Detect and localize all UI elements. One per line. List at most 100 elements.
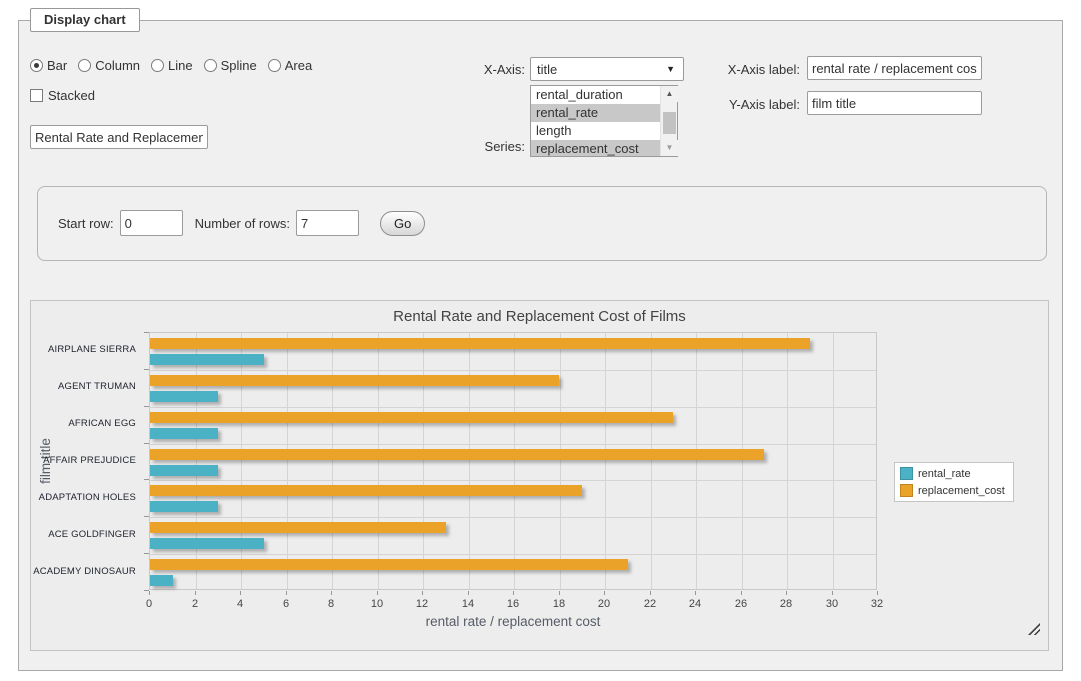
x-axis-tick	[240, 591, 241, 595]
radio-column[interactable]: Column	[78, 58, 140, 73]
stacked-checkbox-row: Stacked	[30, 88, 95, 103]
radio-spline-control[interactable]	[204, 59, 217, 72]
num-rows-label: Number of rows:	[195, 216, 290, 231]
x-axis-tick-label: 16	[498, 598, 528, 610]
series-option-rental-duration[interactable]: rental_duration	[531, 86, 660, 104]
series-option-length[interactable]: length	[531, 122, 660, 140]
y-axis-tick	[144, 369, 149, 370]
stacked-checkbox[interactable]	[30, 89, 43, 102]
x-axis-tick-label: 2	[180, 598, 210, 610]
series-options: rental_duration rental_rate length repla…	[531, 86, 660, 156]
x-axis-tick	[331, 591, 332, 595]
x-axis-tick-label: 26	[726, 598, 756, 610]
legend-swatch-replacement_cost	[900, 484, 913, 497]
radio-line-label: Line	[168, 58, 193, 73]
y-axis-label-caption: Y-Axis label:	[697, 97, 800, 112]
x-axis-tick	[650, 591, 651, 595]
x-axis-tick-label: 30	[817, 598, 847, 610]
radio-line-control[interactable]	[151, 59, 164, 72]
x-axis-tick	[832, 591, 833, 595]
chart-panel: Rental Rate and Replacement Cost of Film…	[30, 300, 1049, 651]
x-axis-tick-label: 0	[134, 598, 164, 610]
radio-bar[interactable]: Bar	[30, 58, 67, 73]
x-axis-tick-label: 4	[225, 598, 255, 610]
scrollbar-up-icon[interactable]: ▲	[661, 86, 678, 102]
y-axis-tick	[144, 479, 149, 480]
y-axis-tick	[144, 443, 149, 444]
x-axis-tick	[877, 591, 878, 595]
x-axis-label-input[interactable]	[807, 56, 982, 80]
x-axis-tick	[786, 591, 787, 595]
radio-area-label: Area	[285, 58, 312, 73]
category-label: ACADEMY DINOSAUR	[33, 566, 143, 578]
x-axis-tick	[559, 591, 560, 595]
x-axis-tick-label: 18	[544, 598, 574, 610]
x-axis-tick-label: 20	[589, 598, 619, 610]
y-axis-tick	[144, 332, 149, 333]
radio-spline[interactable]: Spline	[204, 58, 257, 73]
num-rows-input[interactable]	[296, 210, 359, 236]
y-axis-label-input[interactable]	[807, 91, 982, 115]
x-axis-tick-label: 8	[316, 598, 346, 610]
radio-bar-label: Bar	[47, 58, 67, 73]
radio-area[interactable]: Area	[268, 58, 312, 73]
x-axis-selected-value: title	[537, 62, 557, 77]
x-axis-select-label: X-Axis:	[420, 62, 525, 77]
y-axis-tick	[144, 553, 149, 554]
radio-column-control[interactable]	[78, 59, 91, 72]
go-button[interactable]: Go	[380, 211, 425, 236]
x-axis-select[interactable]: title ▼	[530, 57, 684, 81]
scrollbar-thumb[interactable]	[663, 112, 676, 134]
radio-column-label: Column	[95, 58, 140, 73]
y-axis-tick	[144, 406, 149, 407]
radio-spline-label: Spline	[221, 58, 257, 73]
row-controls-panel: Start row: Number of rows: Go	[37, 186, 1047, 261]
row-controls: Start row: Number of rows: Go	[58, 210, 425, 236]
x-axis-tick-label: 22	[635, 598, 665, 610]
legend-label: rental_rate	[918, 468, 971, 480]
x-axis-label-caption: X-Axis label:	[697, 62, 800, 77]
category-label: ACE GOLDFINGER	[33, 529, 143, 541]
x-axis-tick	[604, 591, 605, 595]
legend-label: replacement_cost	[918, 485, 1005, 497]
chart-type-radio-group: Bar Column Line Spline Area	[30, 58, 312, 73]
chart-legend: rental_rate replacement_cost	[894, 462, 1014, 502]
category-label: AIRPLANE SIERRA	[33, 344, 143, 356]
y-axis-tick	[144, 516, 149, 517]
x-axis-tick-label: 32	[862, 598, 892, 610]
series-option-replacement-cost[interactable]: replacement_cost	[531, 140, 660, 156]
x-axis-tick	[286, 591, 287, 595]
category-label: AFRICAN EGG	[33, 418, 143, 430]
chart-x-axis-title: rental rate / replacement cost	[149, 614, 877, 629]
x-axis-tick	[377, 591, 378, 595]
radio-bar-control[interactable]	[30, 59, 43, 72]
x-axis-tick	[195, 591, 196, 595]
radio-area-control[interactable]	[268, 59, 281, 72]
x-axis-tick-label: 28	[771, 598, 801, 610]
chart-title-input[interactable]	[30, 125, 208, 149]
x-axis-tick	[741, 591, 742, 595]
x-axis-tick	[149, 591, 150, 595]
legend-item-rental_rate: rental_rate	[900, 467, 1005, 480]
x-axis-tick	[695, 591, 696, 595]
chevron-down-icon: ▼	[666, 64, 675, 74]
x-axis-tick-label: 24	[680, 598, 710, 610]
series-option-rental-rate[interactable]: rental_rate	[531, 104, 660, 122]
category-label: AFFAIR PREJUDICE	[33, 455, 143, 467]
series-scrollbar[interactable]: ▲ ▼	[660, 86, 677, 156]
fieldset-legend: Display chart	[30, 8, 140, 32]
legend-swatch-rental_rate	[900, 467, 913, 480]
scrollbar-down-icon[interactable]: ▼	[661, 140, 678, 156]
x-axis-tick-label: 6	[271, 598, 301, 610]
start-row-input[interactable]	[120, 210, 183, 236]
stacked-label: Stacked	[48, 88, 95, 103]
x-axis-tick	[422, 591, 423, 595]
series-multiselect[interactable]: rental_duration rental_rate length repla…	[530, 85, 678, 157]
start-row-label: Start row:	[58, 216, 114, 231]
x-axis-tick-label: 14	[453, 598, 483, 610]
x-axis-tick	[468, 591, 469, 595]
legend-item-replacement_cost: replacement_cost	[900, 484, 1005, 497]
radio-line[interactable]: Line	[151, 58, 193, 73]
series-select-label: Series:	[420, 139, 525, 154]
x-axis-tick	[513, 591, 514, 595]
